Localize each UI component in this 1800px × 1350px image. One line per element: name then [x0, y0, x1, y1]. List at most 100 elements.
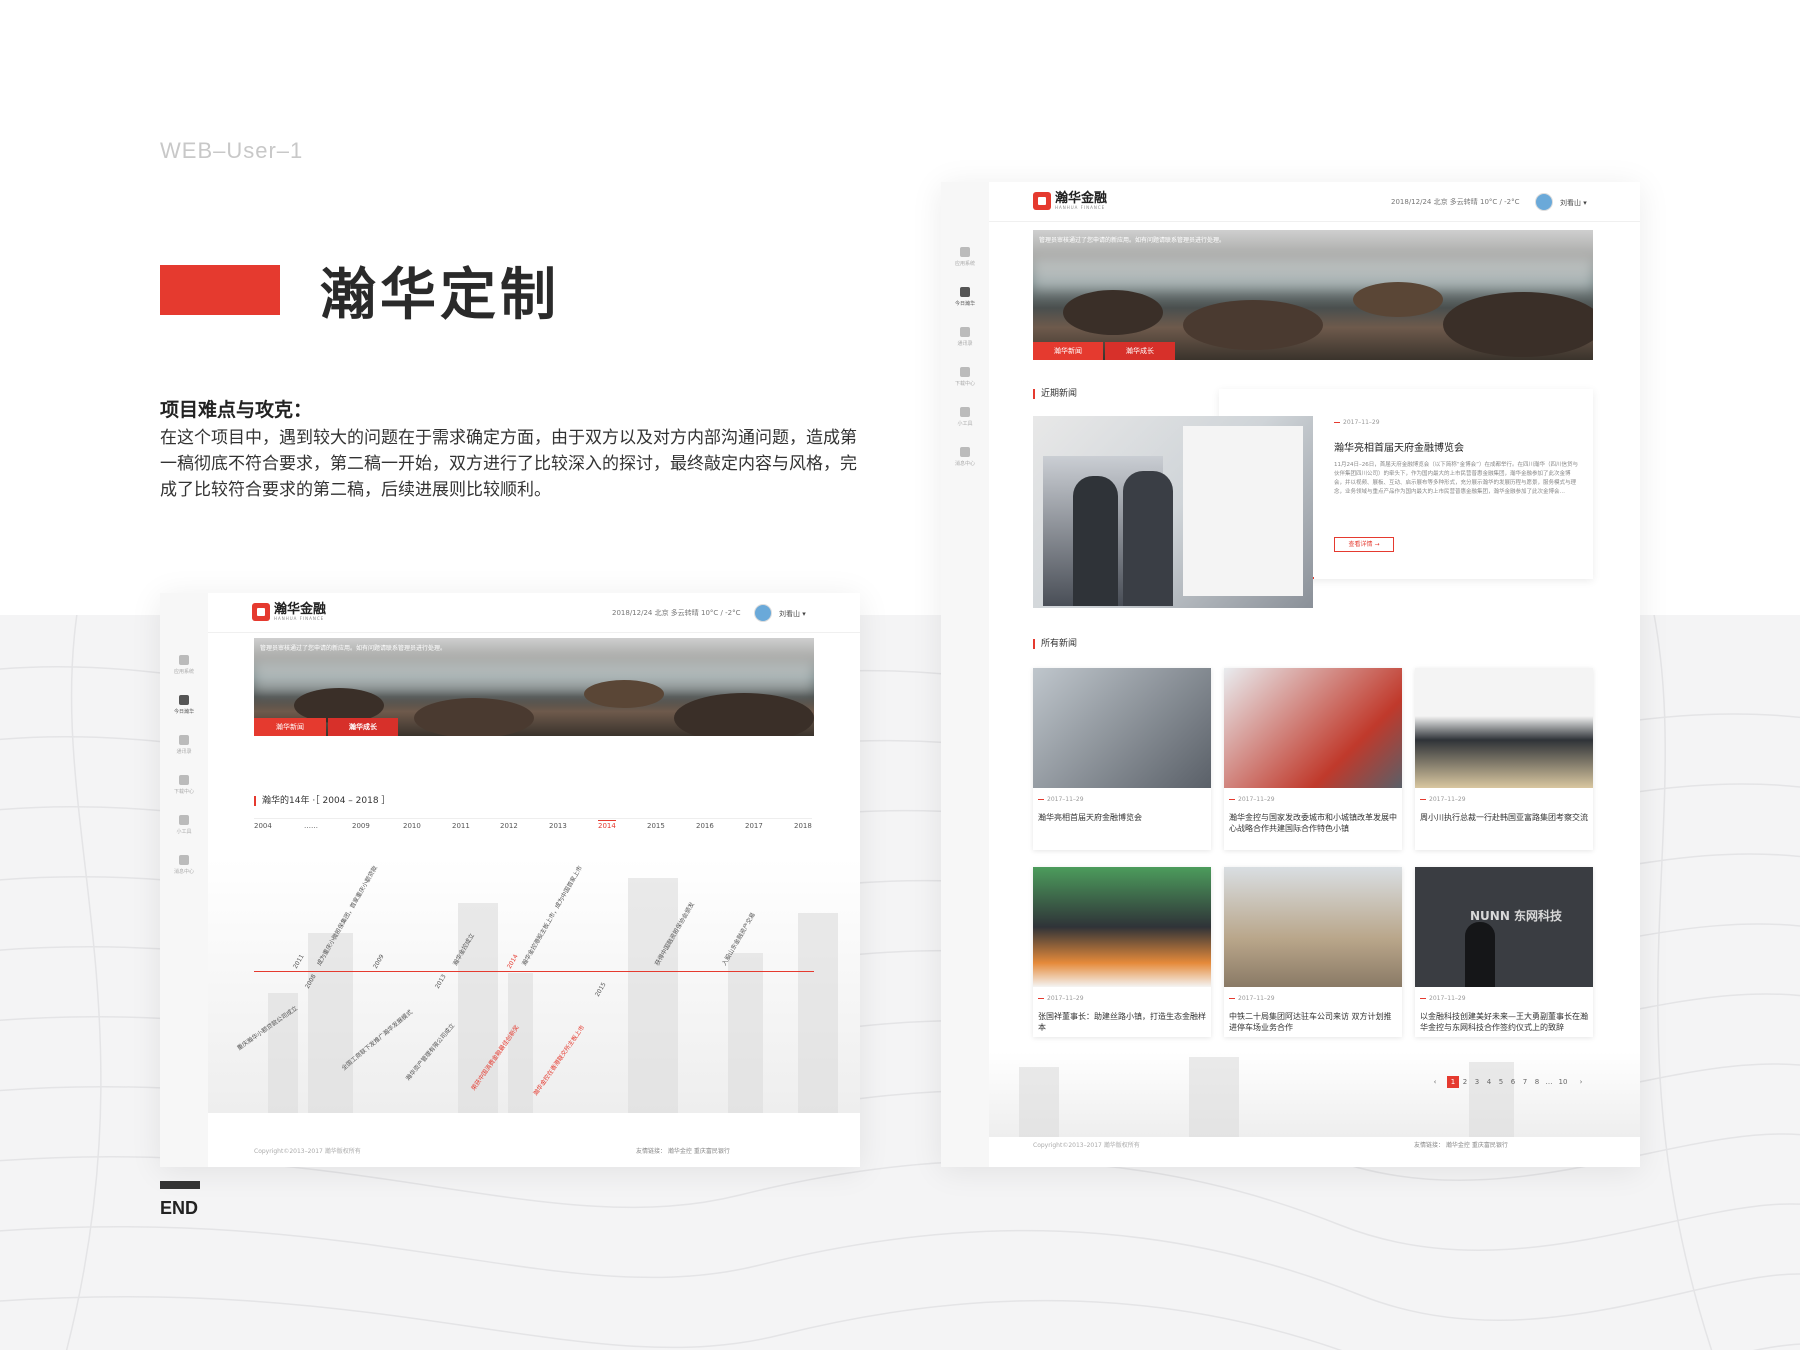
tab-news[interactable]: 瀚华新闻: [254, 718, 326, 736]
timeline-year[interactable]: 2010: [403, 822, 421, 830]
page-button[interactable]: 5: [1495, 1076, 1507, 1088]
prev-page-button[interactable]: ‹: [1429, 1076, 1441, 1088]
end-bar: [160, 1181, 200, 1189]
timeline-year[interactable]: 2017: [745, 822, 763, 830]
tab-growth[interactable]: 瀚华成长: [1105, 342, 1175, 360]
news-card[interactable]: 2017–11–29 瀚华金控与国家发改委城市和小城镇改革发展中心战略合作共建国…: [1224, 668, 1402, 850]
date-weather: 2018/12/24 北京 多云转晴 10°C / -2°C: [1391, 198, 1520, 206]
page-button[interactable]: 1: [1447, 1076, 1459, 1088]
timeline-year[interactable]: 2018: [794, 822, 812, 830]
avatar[interactable]: [754, 604, 772, 622]
timeline-year[interactable]: 2016: [696, 822, 714, 830]
sidebar-item-today[interactable]: 今日瀚华: [160, 695, 208, 715]
timeline-year-active[interactable]: 2014: [598, 820, 616, 830]
page-button[interactable]: 8: [1531, 1076, 1543, 1088]
sidebar-item-messages[interactable]: 消息中心: [160, 855, 208, 875]
mockup-news-page: 应用系统 今日瀚华 通讯录 下载中心 小工具 消息中心 瀚华金融 HANHUA …: [941, 182, 1640, 1167]
news-photo: [1415, 668, 1593, 788]
news-photo: [1224, 668, 1402, 788]
logo[interactable]: 瀚华金融 HANHUA FINANCE: [252, 603, 326, 621]
sidebar-item-contacts[interactable]: 通讯录: [160, 735, 208, 755]
news-card[interactable]: 2017–11–29 周小川执行总裁一行赴韩国亚富路集团考察交流: [1415, 668, 1593, 850]
timeline-year[interactable]: 2013: [549, 822, 567, 830]
logo-subtext: HANHUA FINANCE: [1055, 204, 1106, 210]
friend-links[interactable]: 友情链接： 瀚华金控 重庆富民银行: [1414, 1140, 1508, 1149]
news-title: 周小川执行总裁一行赴韩国亚富路集团考察交流: [1420, 813, 1588, 822]
sidebar-item-messages[interactable]: 消息中心: [941, 447, 989, 467]
news-photo: [1033, 867, 1211, 987]
user-name[interactable]: 刘看山 ▾: [779, 609, 806, 619]
page-button[interactable]: 6: [1507, 1076, 1519, 1088]
timeline-year[interactable]: 2011: [452, 822, 470, 830]
view-details-button[interactable]: 查看详情 →: [1334, 537, 1394, 552]
avatar[interactable]: [1535, 193, 1553, 211]
download-icon: [179, 775, 189, 785]
logo-subtext: HANHUA FINANCE: [274, 615, 325, 621]
all-news-title: 所有新闻: [1033, 639, 1077, 649]
timeline-year[interactable]: 2009: [352, 822, 370, 830]
news-title: 以金融科技创建美好未来—王大勇副董事长在瀚华金控与东网科技合作签约仪式上的致辞: [1420, 1012, 1588, 1032]
timeline-year[interactable]: 2015: [647, 822, 665, 830]
timeline-axis: [254, 971, 814, 972]
page-title: 瀚华定制: [320, 263, 560, 328]
news-card[interactable]: 2017–11–29 张国祥董事长：助建丝路小镇，打造生态金融样本: [1033, 867, 1211, 1037]
news-date: 2017–11–29: [1229, 995, 1275, 1002]
logo[interactable]: 瀚华金融 HANHUA FINANCE: [1033, 192, 1107, 210]
recent-news-title: 近期新闻: [1033, 389, 1077, 399]
sidebar-item-tools[interactable]: 小工具: [941, 407, 989, 427]
friend-links[interactable]: 友情链接： 瀚华金控 重庆富民银行: [636, 1146, 730, 1155]
mockup-timeline-page: 应用系统 今日瀚华 通讯录 下载中心 小工具 消息中心 瀚华金融 HANHUA …: [160, 593, 860, 1167]
page-button[interactable]: 3: [1471, 1076, 1483, 1088]
featured-photo: [1033, 416, 1313, 608]
news-title: 瀚华金控与国家发改委城市和小城镇改革发展中心战略合作共建国际合作特色小镇: [1229, 813, 1397, 833]
description-text: 在这个项目中，遇到较大的问题在于需求确定方面，由于双方以及对方内部沟通问题，造成…: [160, 428, 857, 500]
sidebar-item-download[interactable]: 下载中心: [941, 367, 989, 387]
skyline-background: [989, 1052, 1640, 1137]
sidebar: 应用系统 今日瀚华 通讯录 下载中心 小工具 消息中心: [160, 593, 208, 1167]
tool-icon: [179, 815, 189, 825]
page-button[interactable]: 10: [1555, 1076, 1571, 1088]
sidebar-item-tools[interactable]: 小工具: [160, 815, 208, 835]
banner-notice: 管理员审核通过了您申请的新应用。如有问题请联系管理员进行处理。: [1039, 237, 1226, 244]
sidebar-item-contacts[interactable]: 通讯录: [941, 327, 989, 347]
next-page-button[interactable]: ›: [1575, 1076, 1587, 1088]
timeline-title: 瀚华的14年 ·［ 2004 – 2018 ］: [254, 796, 390, 806]
timeline-year[interactable]: ……: [304, 822, 318, 830]
timeline-year[interactable]: 2012: [500, 822, 518, 830]
sidebar-item-apps[interactable]: 应用系统: [160, 655, 208, 675]
page-button[interactable]: 2: [1459, 1076, 1471, 1088]
news-photo: [1224, 867, 1402, 987]
network-icon: [960, 327, 970, 337]
news-card[interactable]: 2017–11–29 中铁二十局集团阿达驻车公司来访 双方计划推进停车场业务合作: [1224, 867, 1402, 1037]
accent-block: [160, 265, 280, 315]
news-date: 2017–11–29: [1229, 796, 1275, 803]
page-label: WEB–User–1: [160, 138, 304, 163]
date-weather: 2018/12/24 北京 多云转晴 10°C / -2°C: [612, 609, 741, 617]
cube-icon: [960, 247, 970, 257]
tab-news[interactable]: 瀚华新闻: [1033, 342, 1103, 360]
building-icon: [960, 287, 970, 297]
tab-growth[interactable]: 瀚华成长: [328, 718, 398, 736]
news-card[interactable]: NUNN 东网科技 2017–11–29 以金融科技创建美好未来—王大勇副董事长…: [1415, 867, 1593, 1037]
news-card[interactable]: 2017–11–29 瀚华亮相首届天府金融博览会: [1033, 668, 1211, 850]
user-name[interactable]: 刘看山 ▾: [1560, 198, 1587, 208]
featured-date: 2017–11–29: [1334, 419, 1380, 426]
banner-image: 管理员审核通过了您申请的新应用。如有问题请联系管理员进行处理。 瀚华新闻 瀚华成…: [1033, 230, 1593, 360]
building-icon: [179, 695, 189, 705]
download-icon: [960, 367, 970, 377]
network-icon: [179, 735, 189, 745]
logo-text: 瀚华金融: [274, 601, 327, 617]
sidebar-item-apps[interactable]: 应用系统: [941, 247, 989, 267]
news-date: 2017–11–29: [1420, 995, 1466, 1002]
timeline-year[interactable]: 2004: [254, 822, 272, 830]
sidebar-item-today[interactable]: 今日瀚华: [941, 287, 989, 307]
copyright: Copyright©2013–2017 瀚华版权所有: [254, 1148, 361, 1155]
news-photo: [1033, 668, 1211, 788]
logo-text: 瀚华金融: [1055, 190, 1108, 206]
page-ellipsis: …: [1545, 1078, 1553, 1086]
bell-icon: [960, 447, 970, 457]
featured-body: 11月24日–26日，首届天府金融博览会（以下简称“金博会”）在成都举行。在四川…: [1334, 462, 1578, 495]
page-button[interactable]: 4: [1483, 1076, 1495, 1088]
page-button[interactable]: 7: [1519, 1076, 1531, 1088]
sidebar-item-download[interactable]: 下载中心: [160, 775, 208, 795]
